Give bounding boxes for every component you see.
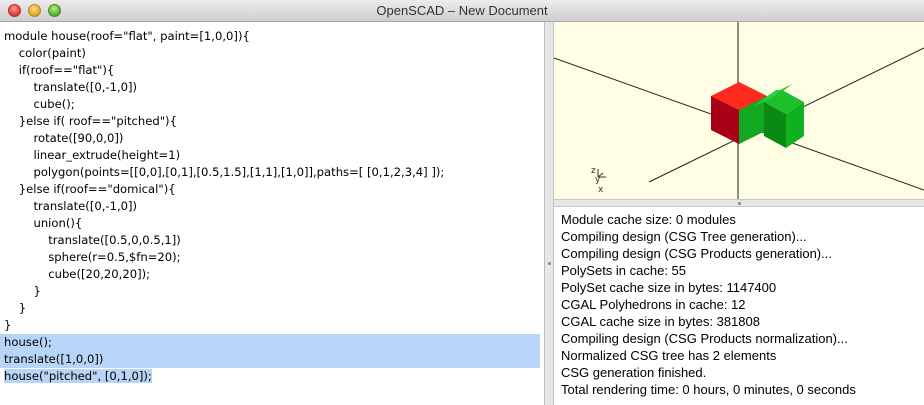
code-line[interactable]: } xyxy=(0,317,540,334)
code-line[interactable]: if(roof=="flat"){ xyxy=(0,62,540,79)
code-line[interactable]: rotate([90,0,0]) xyxy=(0,130,540,147)
code-line[interactable]: } xyxy=(0,283,540,300)
splitter-grip-icon xyxy=(738,202,741,205)
console-line: PolySets in cache: 55 xyxy=(561,263,687,278)
3d-viewport[interactable]: z y x xyxy=(554,22,924,200)
console-line: CSG generation finished. xyxy=(561,365,707,380)
window-title: OpenSCAD – New Document xyxy=(376,3,548,18)
code-editor[interactable]: module house(roof="flat", paint=[1,0,0])… xyxy=(0,22,545,405)
console-line: CGAL cache size in bytes: 381808 xyxy=(561,314,760,329)
viewport-scene: z y x xyxy=(554,22,924,199)
splitter-grip-icon xyxy=(548,262,551,265)
console-line: Normalized CSG tree has 2 elements xyxy=(561,348,777,363)
selected-code-line[interactable]: house(); xyxy=(0,334,540,351)
code-line[interactable]: polygon(points=[[0,0],[0,1],[0.5,1.5],[1… xyxy=(0,164,540,181)
code-line[interactable]: cube(); xyxy=(0,96,540,113)
console-line: Compiling design (CSG Tree generation)..… xyxy=(561,229,807,244)
console-line: PolySet cache size in bytes: 1147400 xyxy=(561,280,777,295)
code-line[interactable]: }else if( roof=="pitched"){ xyxy=(0,113,540,130)
code-line[interactable]: translate([0,-1,0]) xyxy=(0,198,540,215)
console-line: Compiling design (CSG Products normaliza… xyxy=(561,331,848,346)
code-line[interactable]: }else if(roof=="domical"){ xyxy=(0,181,540,198)
axis-label-y: y xyxy=(595,175,601,185)
code-line[interactable]: translate([0,-1,0]) xyxy=(0,79,540,96)
selected-text: house("pitched", [0,1,0]); xyxy=(4,369,152,383)
code-line[interactable]: module house(roof="flat", paint=[1,0,0])… xyxy=(0,28,540,45)
console-output[interactable]: Module cache size: 0 modules Compiling d… xyxy=(554,207,924,405)
code-line[interactable]: cube([20,20,20]); xyxy=(0,266,540,283)
title-bar: OpenSCAD – New Document xyxy=(0,0,924,22)
console-line: Total rendering time: 0 hours, 0 minutes… xyxy=(561,382,856,397)
axis-indicator: z y x xyxy=(591,166,606,195)
horizontal-splitter[interactable] xyxy=(554,200,924,207)
code-line[interactable]: } xyxy=(0,300,540,317)
console-line: Compiling design (CSG Products generatio… xyxy=(561,246,832,261)
selected-code-line-partial[interactable]: house("pitched", [0,1,0]); xyxy=(0,368,540,385)
code-line[interactable]: sphere(r=0.5,$fn=20); xyxy=(0,249,540,266)
code-line[interactable]: union(){ xyxy=(0,215,540,232)
vertical-splitter[interactable] xyxy=(545,22,554,405)
console-line: Module cache size: 0 modules xyxy=(561,212,736,227)
code-line[interactable]: linear_extrude(height=1) xyxy=(0,147,540,164)
app-window: OpenSCAD – New Document module house(roo… xyxy=(0,0,924,405)
selected-code-line[interactable]: translate([1,0,0]) xyxy=(0,351,540,368)
axis-label-x: x xyxy=(598,185,604,195)
code-line[interactable]: color(paint) xyxy=(0,45,540,62)
code-line[interactable]: translate([0.5,0,0.5,1]) xyxy=(0,232,540,249)
console-line: CGAL Polyhedrons in cache: 12 xyxy=(561,297,746,312)
